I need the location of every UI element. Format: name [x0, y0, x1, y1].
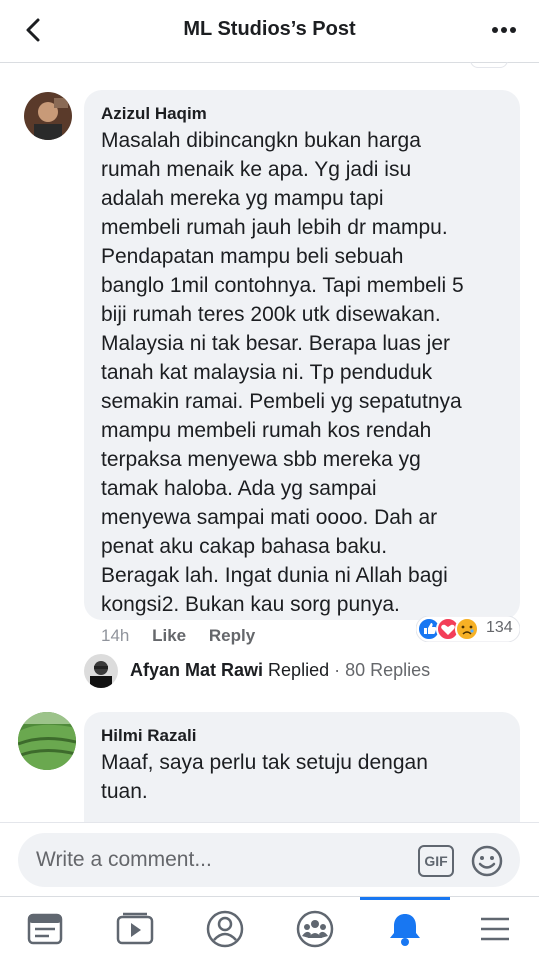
bottom-tab-bar: [0, 896, 539, 961]
comment-line: membeli rumah jauh lebih dr mampu.: [101, 216, 448, 239]
reaction-count: 134: [486, 619, 513, 636]
comment-input[interactable]: Write a comment... GIF: [18, 833, 520, 887]
more-options-icon[interactable]: [489, 18, 519, 42]
previous-reaction-pill: [470, 62, 508, 68]
bell-icon: [390, 914, 420, 946]
reply-button[interactable]: Reply: [209, 626, 255, 645]
profile-icon: [206, 910, 244, 948]
avatar[interactable]: [84, 654, 118, 688]
comment-line: semakin ramai. Pembeli yg sepatutnya: [101, 390, 462, 413]
reaction-summary[interactable]: 134: [415, 615, 521, 643]
comment-line: mampu membeli rumah kos rendah: [101, 419, 432, 442]
previous-comment-edge: [0, 62, 539, 68]
avatar[interactable]: [18, 712, 76, 770]
gif-button[interactable]: GIF: [418, 845, 454, 877]
comment-line: biji rumah teres 200k utk disewakan.: [101, 303, 441, 326]
comment-composer: Write a comment... GIF: [0, 822, 539, 897]
comment-placeholder: Write a comment...: [36, 848, 212, 871]
comment-line: Maaf, saya perlu tak setuju dengan: [101, 751, 428, 774]
comment-line: kongsi2. Bukan kau sorg punya.: [101, 593, 400, 616]
comment-line: Beragak lah. Ingat dunia ni Allah bagi: [101, 564, 448, 587]
reply-author: Afyan Mat Rawi: [130, 660, 264, 680]
comment-author[interactable]: Azizul Haqim: [101, 104, 207, 124]
tab-news-feed[interactable]: [0, 897, 90, 961]
news-feed-icon: [27, 913, 63, 945]
tab-groups[interactable]: [270, 897, 360, 961]
hamburger-menu-icon: [481, 917, 509, 941]
like-button[interactable]: Like: [152, 626, 186, 645]
emoji-icon[interactable]: [470, 844, 504, 878]
comment-line: penat aku cakap bahasa baku.: [101, 535, 388, 558]
tab-notifications[interactable]: [360, 897, 450, 961]
comment-line: Pendapatan mampu beli sebuah: [101, 245, 404, 268]
comment-line: rumah menaik ke apa. Yg jadi isu: [101, 158, 412, 181]
comment-line: Malaysia ni tak besar. Berapa luas jer: [101, 332, 451, 355]
tab-profile[interactable]: [180, 897, 270, 961]
comment-line: tuan.: [101, 780, 148, 803]
comment-line: Masalah dibincangkn bukan harga: [101, 129, 421, 152]
top-bar: ML Studios’s Post: [0, 0, 539, 63]
comment-line: banglo 1mil contohnya. Tapi membeli 5: [101, 274, 464, 297]
comment-text: Masalah dibincangkn bukan harga rumah me…: [101, 126, 511, 619]
tab-menu[interactable]: [450, 897, 539, 961]
comment-author[interactable]: Hilmi Razali: [101, 726, 196, 746]
page-title: ML Studios’s Post: [183, 18, 356, 40]
active-tab-indicator: [360, 897, 450, 900]
comment-line: adalah mereka yg mampu tapi: [101, 187, 384, 210]
comment-line: tanah kat malaysia ni. Tp penduduk: [101, 361, 433, 384]
comment-actions: 14h Like Reply: [101, 626, 255, 646]
comment-text: Maaf, saya perlu tak setuju dengan tuan.: [101, 748, 511, 806]
reply-count: · 80 Replies: [334, 660, 431, 680]
watch-icon: [116, 912, 154, 945]
reply-verb: Replied: [268, 660, 330, 680]
tab-watch[interactable]: [90, 897, 180, 961]
replies-link[interactable]: Afyan Mat Rawi Replied · 80 Replies: [130, 660, 430, 681]
avatar[interactable]: [24, 92, 72, 140]
comment-line: menyewa sampai mati oooo. Dah ar: [101, 506, 438, 529]
comment-line: tamak haloba. Ada yg sampai: [101, 477, 377, 500]
comment-time: 14h: [101, 626, 130, 645]
groups-icon: [296, 910, 334, 948]
comment-line: terpaksa menyewa sbb mereka yg: [101, 448, 421, 471]
